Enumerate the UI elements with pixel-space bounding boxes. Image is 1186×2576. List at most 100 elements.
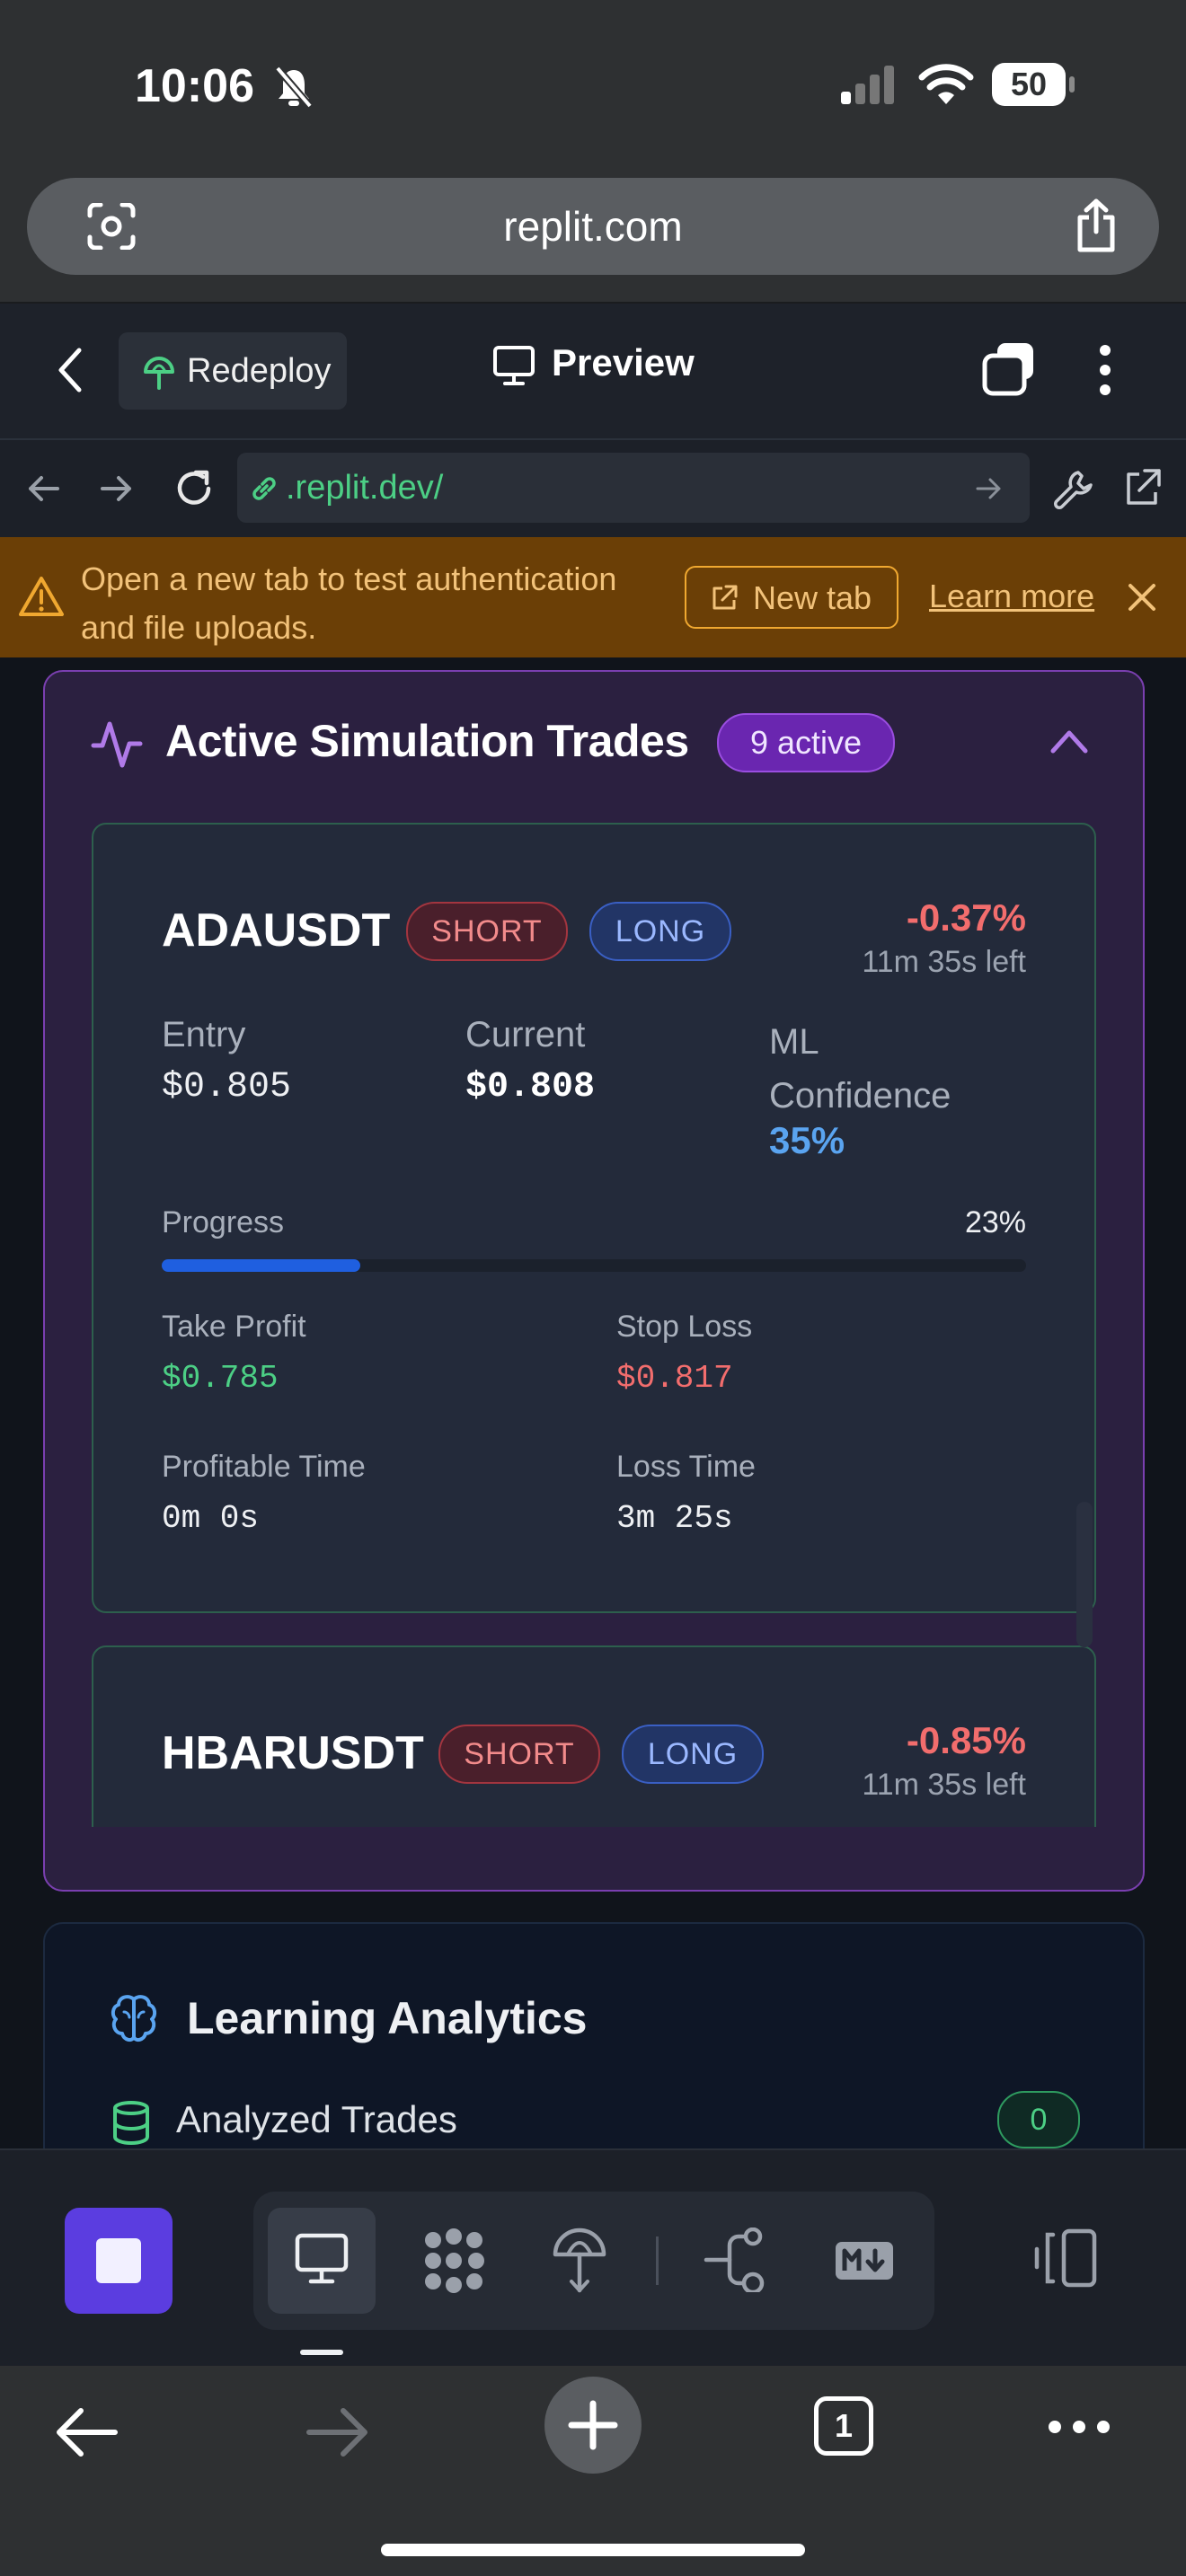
- wifi-icon: [918, 63, 974, 106]
- monitor-icon: [492, 345, 535, 386]
- deploy-icon: [142, 354, 176, 390]
- current-label: Current: [465, 1015, 586, 1054]
- more-vertical-icon[interactable]: [1098, 343, 1112, 397]
- devtools-wrench-icon[interactable]: [1051, 467, 1094, 510]
- auth-warning-banner: Open a new tab to test authentication an…: [0, 537, 1186, 657]
- dock-tools-group: [253, 2192, 934, 2330]
- stop-square-icon: [96, 2238, 141, 2283]
- stop-loss-label: Stop Loss: [616, 1310, 753, 1344]
- deployments-icon[interactable]: [552, 2226, 607, 2294]
- trades-scroll-area[interactable]: ADAUSDT SHORT LONG -0.37% 11m 35s left E…: [45, 823, 1143, 1827]
- address-domain: replit.com: [503, 203, 683, 250]
- silent-bell-icon: [274, 65, 314, 108]
- back-chevron-icon[interactable]: [56, 347, 83, 393]
- tab-count-button[interactable]: 1: [814, 2396, 873, 2456]
- current-value: $0.808: [465, 1067, 596, 1107]
- banner-line-2: and file uploads.: [81, 609, 317, 646]
- dock-divider: [656, 2236, 659, 2285]
- link-icon: [248, 472, 280, 505]
- ml-confidence-label: ML Confidence: [769, 1015, 951, 1123]
- take-profit-value: $0.785: [162, 1360, 279, 1397]
- git-branch-icon[interactable]: [703, 2228, 767, 2292]
- active-simulation-card: Active Simulation Trades 9 active ADAUSD…: [43, 670, 1145, 1892]
- trade-card: ADAUSDT SHORT LONG -0.37% 11m 35s left E…: [92, 823, 1096, 1613]
- redeploy-label: Redeploy: [187, 352, 332, 390]
- active-count-badge: 9 active: [717, 713, 895, 772]
- banner-message: Open a new tab to test authentication an…: [81, 555, 616, 652]
- database-icon: [111, 2100, 151, 2145]
- share-icon[interactable]: [1073, 198, 1120, 253]
- browser-forward-icon[interactable]: [305, 2405, 372, 2459]
- stop-button[interactable]: [65, 2208, 173, 2314]
- analyzed-trades-label: Analyzed Trades: [176, 2098, 457, 2140]
- browser-back-icon[interactable]: [52, 2405, 119, 2459]
- trade-pnl: -0.85%: [906, 1719, 1026, 1761]
- reload-icon[interactable]: [173, 467, 216, 510]
- preview-url-field[interactable]: .replit.dev/: [237, 453, 1030, 523]
- trade-symbol: HBARUSDT: [162, 1727, 424, 1779]
- warning-icon: [18, 575, 65, 618]
- long-badge: LONG: [622, 1725, 764, 1784]
- new-tab-plus-button[interactable]: [544, 2377, 642, 2474]
- app-preview: Active Simulation Trades 9 active ADAUSD…: [0, 657, 1186, 2148]
- long-badge: LONG: [589, 902, 731, 961]
- collapse-chevron-icon[interactable]: [1049, 728, 1089, 754]
- scrollbar-thumb[interactable]: [1076, 1502, 1093, 1647]
- progress-fill: [162, 1259, 361, 1272]
- screenshot-icon[interactable]: [86, 203, 137, 250]
- ml-label-line-2: Confidence: [769, 1076, 951, 1116]
- loss-time-value: 3m 25s: [616, 1500, 733, 1537]
- progress-value: 23%: [964, 1205, 1026, 1239]
- trade-pnl: -0.37%: [906, 896, 1026, 939]
- analyzed-trades-count-badge: 0: [997, 2091, 1080, 2148]
- brain-icon: [108, 1992, 160, 2044]
- battery-icon: 50: [992, 63, 1075, 106]
- learning-analytics-card: Learning Analytics Analyzed Trades 0: [43, 1922, 1145, 2148]
- entry-label: Entry: [162, 1015, 246, 1054]
- dock-preview-tab[interactable]: [268, 2208, 376, 2314]
- more-horizontal-icon[interactable]: [1048, 2420, 1111, 2434]
- loss-time-label: Loss Time: [616, 1450, 756, 1484]
- stop-loss-value: $0.817: [616, 1360, 733, 1397]
- tabs-switch-icon[interactable]: [981, 340, 1039, 397]
- go-arrow-icon[interactable]: [976, 476, 1003, 501]
- preview-nav-bar: .replit.dev/: [0, 440, 1186, 537]
- trade-card: HBARUSDT SHORT LONG -0.85% 11m 35s left: [92, 1645, 1096, 1827]
- ml-label-line-1: ML: [769, 1022, 819, 1062]
- status-bar: 10:06 50: [0, 0, 1186, 171]
- profitable-time-label: Profitable Time: [162, 1450, 366, 1484]
- signal-icon: [839, 65, 898, 104]
- new-tab-button[interactable]: New tab: [685, 566, 898, 629]
- apps-grid-icon[interactable]: [420, 2228, 487, 2294]
- home-indicator: [381, 2544, 805, 2556]
- short-badge: SHORT: [438, 1725, 600, 1784]
- simulation-title: Active Simulation Trades: [165, 716, 689, 766]
- new-tab-label: New tab: [753, 579, 872, 616]
- learn-more-link[interactable]: Learn more: [929, 578, 1094, 615]
- address-pill[interactable]: replit.com: [27, 178, 1159, 275]
- short-badge: SHORT: [406, 902, 568, 961]
- redeploy-button[interactable]: Redeploy: [119, 332, 347, 410]
- trade-symbol: ADAUSDT: [162, 904, 391, 957]
- markdown-icon[interactable]: [834, 2240, 895, 2281]
- replit-dock: [0, 2148, 1186, 2368]
- plus-icon: [568, 2400, 618, 2450]
- activity-icon: [90, 717, 144, 771]
- trade-time-left: 11m 35s left: [862, 1768, 1026, 1802]
- open-external-icon[interactable]: [1121, 467, 1163, 508]
- nav-back-icon[interactable]: [25, 471, 61, 507]
- active-tab-indicator: [300, 2350, 343, 2355]
- panel-layout-icon[interactable]: [1033, 2226, 1100, 2292]
- close-banner-icon[interactable]: [1127, 582, 1157, 613]
- profitable-time-value: 0m 0s: [162, 1500, 260, 1537]
- browser-address-bar: replit.com: [0, 171, 1186, 304]
- monitor-icon: [295, 2233, 349, 2285]
- nav-forward-icon[interactable]: [99, 471, 135, 507]
- entry-value: $0.805: [162, 1067, 292, 1107]
- status-time: 10:06: [135, 60, 254, 112]
- trade-time-left: 11m 35s left: [862, 945, 1026, 979]
- new-tab-external-icon: [710, 584, 739, 613]
- battery-level: 50: [1010, 66, 1048, 102]
- preview-tab-label[interactable]: Preview: [552, 341, 695, 384]
- banner-line-1: Open a new tab to test authentication: [81, 560, 617, 597]
